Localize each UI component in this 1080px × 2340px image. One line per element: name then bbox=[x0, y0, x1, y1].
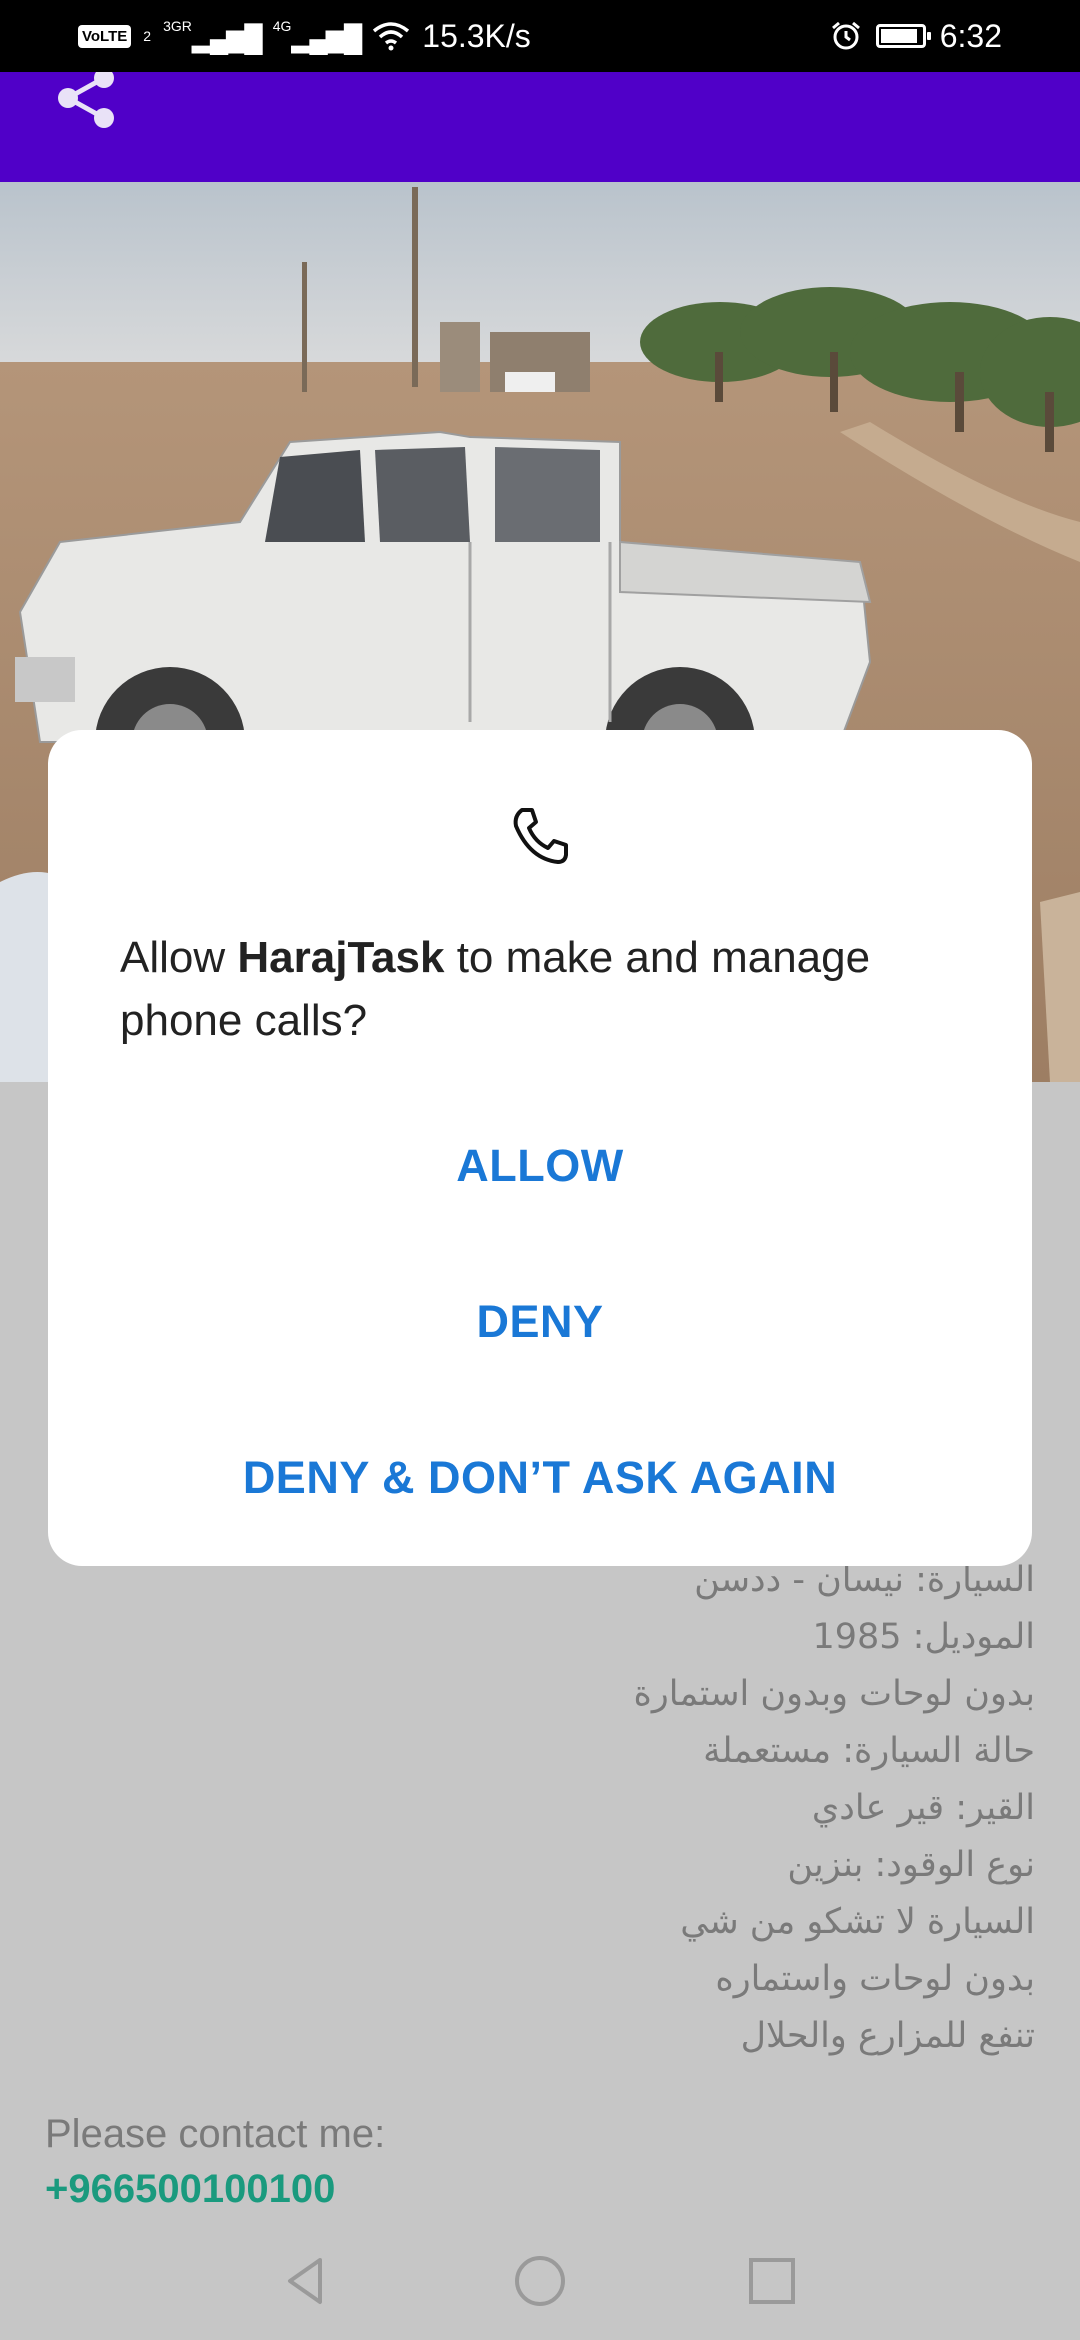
description-line: بدون لوحات واستماره bbox=[715, 1959, 1035, 1999]
signal-bars-icon: ▂▄▆█ bbox=[191, 22, 263, 53]
permission-dialog: Allow HarajTask to make and manage phone… bbox=[48, 730, 1032, 1566]
battery-icon bbox=[875, 24, 931, 48]
contact-phone-link[interactable]: +966500100100 bbox=[45, 2167, 335, 2212]
navigation-bar bbox=[0, 2232, 1080, 2340]
network-speed: 15.3K/s bbox=[422, 17, 531, 54]
recents-icon[interactable] bbox=[745, 2254, 799, 2308]
description-line: بدون لوحات وبدون استمارة bbox=[633, 1674, 1035, 1714]
description-line: تنفع للمزارع والحلال bbox=[740, 2016, 1035, 2056]
signal-3g: 3GR▂▄▆█ bbox=[163, 17, 263, 53]
wifi-icon bbox=[373, 22, 410, 51]
signal-bars-icon: ▂▄▆█ bbox=[291, 22, 362, 53]
dialog-message: Allow HarajTask to make and manage phone… bbox=[120, 933, 871, 1045]
app-name: HarajTask bbox=[237, 933, 445, 982]
back-icon[interactable] bbox=[280, 2254, 334, 2308]
contact-label: Please contact me: bbox=[45, 2112, 386, 2156]
volte-badge: VoLTE bbox=[78, 24, 132, 48]
share-icon[interactable] bbox=[50, 72, 122, 134]
description-line: حالة السيارة: مستعملة bbox=[703, 1731, 1035, 1771]
app-toolbar bbox=[0, 72, 1080, 182]
status-bar: VoLTE 2 3GR▂▄▆█ 4G▂▄▆█ 15.3K/s 6:32 bbox=[0, 0, 1080, 72]
deny-dont-ask-again-button[interactable]: DENY & DON’T ASK AGAIN bbox=[48, 1452, 1032, 1504]
allow-button[interactable]: ALLOW bbox=[48, 1140, 1032, 1192]
description-line: السيارة لا تشكو من شي bbox=[680, 1902, 1035, 1942]
alarm-icon bbox=[831, 21, 860, 50]
listing-description: السيارة: نيسان - ددسن الموديل: 1985 بدون… bbox=[634, 1552, 1035, 2065]
home-icon[interactable] bbox=[513, 2254, 567, 2308]
clock: 6:32 bbox=[939, 17, 1002, 54]
description-line: الموديل: 1985 bbox=[812, 1617, 1035, 1657]
sim-index: 2 bbox=[143, 28, 152, 44]
status-right: 6:32 bbox=[830, 0, 1002, 72]
description-line: القير: قير عادي bbox=[811, 1788, 1035, 1828]
signal-4g: 4G▂▄▆█ bbox=[272, 17, 363, 53]
phone-icon bbox=[513, 808, 568, 864]
description-line: نوع الوقود: بنزين bbox=[787, 1845, 1035, 1885]
deny-button[interactable]: DENY bbox=[48, 1296, 1032, 1348]
status-left: VoLTE 2 3GR▂▄▆█ 4G▂▄▆█ 15.3K/s bbox=[78, 0, 531, 72]
